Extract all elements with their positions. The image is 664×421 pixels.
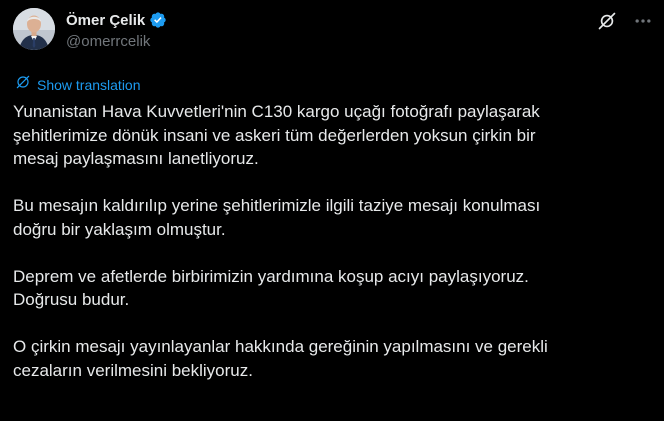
translate-globe-icon [15, 74, 31, 95]
tweet-paragraph: O çirkin mesajı yayınlayanlar hakkında g… [13, 337, 548, 380]
author-name-row: Ömer Çelik [66, 10, 167, 30]
tweet-actions-top [596, 10, 654, 32]
tweet-paragraph: Deprem ve afetlerde birbirimizin yardımı… [13, 266, 529, 310]
avatar-image [13, 8, 55, 50]
verified-badge-icon [149, 11, 167, 29]
more-dots-icon[interactable] [632, 10, 654, 32]
show-translation-label: Show translation [37, 76, 141, 93]
author-handle[interactable]: @omerrcelik [66, 33, 150, 50]
grok-icon[interactable] [596, 10, 618, 32]
show-translation-button[interactable]: Show translation [15, 74, 141, 95]
tweet-paragraph: Yunanistan Hava Kuvvetleri'nin C130 karg… [13, 102, 540, 168]
avatar[interactable] [13, 8, 55, 50]
tweet: Ömer Çelik @omerrcelik Show translation … [0, 0, 664, 421]
tweet-text: Yunanistan Hava Kuvvetleri'nin C130 karg… [13, 100, 653, 406]
tweet-paragraph: Bu mesajın kaldırılıp yerine şehitlerimi… [13, 196, 541, 239]
display-name[interactable]: Ömer Çelik [66, 12, 145, 29]
